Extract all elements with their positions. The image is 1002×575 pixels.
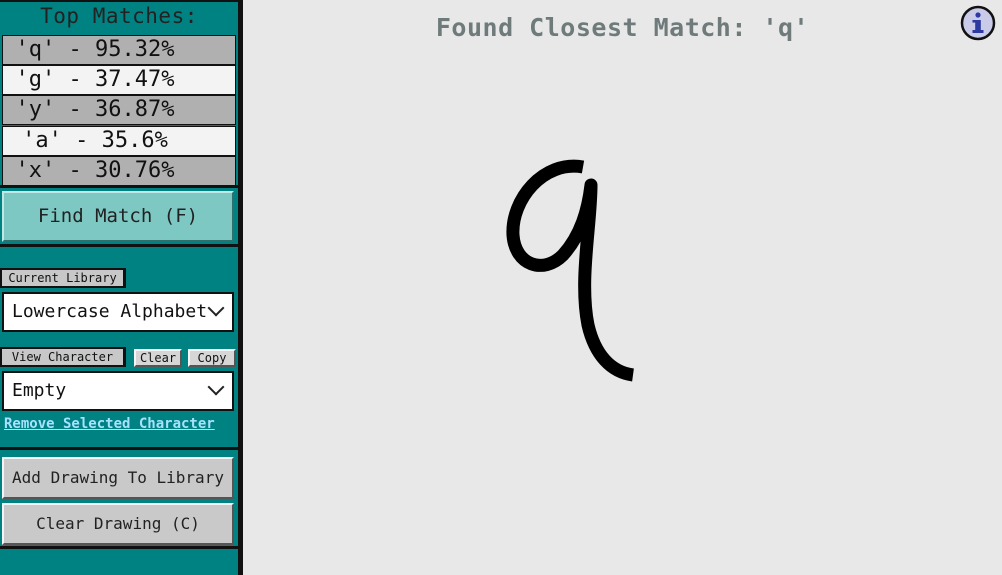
top-matches-title: Top Matches:: [40, 4, 198, 28]
remove-character-link[interactable]: Remove Selected Character: [4, 416, 215, 432]
match-label: 'x' - 30.76%: [15, 158, 175, 183]
sidebar: Top Matches: 'q' - 95.32% 'g' - 37.47% '…: [0, 0, 238, 575]
info-icon[interactable]: [960, 5, 996, 41]
match-label: 'a' - 35.6%: [22, 128, 168, 153]
match-row: 'y' - 36.87%: [2, 95, 236, 125]
add-drawing-button[interactable]: Add Drawing To Library (S): [2, 457, 234, 525]
copy-button[interactable]: Copy: [188, 349, 236, 367]
match-row: 'a' - 35.6%: [2, 126, 236, 156]
library-select-value: Lowercase Alphabet: [12, 301, 208, 322]
result-title: Found Closest Match: 'q': [435, 13, 810, 42]
match-row: 'q' - 95.32%: [2, 35, 236, 65]
match-row: 'x' - 30.76%: [2, 156, 236, 186]
divider: [0, 447, 238, 450]
divider: [0, 546, 238, 549]
match-row: 'g' - 37.47%: [2, 65, 236, 95]
chevron-down-icon: [207, 299, 225, 317]
character-select-value: Empty: [12, 380, 67, 401]
clear-button[interactable]: Clear: [134, 349, 182, 367]
clear-drawing-button[interactable]: Clear Drawing (C): [2, 503, 234, 545]
match-label: 'y' - 36.87%: [15, 97, 175, 122]
find-match-button[interactable]: Find Match (F): [2, 191, 234, 242]
match-label: 'q' - 95.32%: [15, 37, 175, 62]
sidebar-top-border: [0, 0, 238, 2]
divider: [0, 185, 238, 188]
library-select[interactable]: Lowercase Alphabet: [2, 292, 234, 332]
chevron-down-icon: [207, 378, 225, 396]
drawn-stroke: [506, 159, 635, 382]
divider: [0, 244, 238, 247]
match-label: 'g' - 37.47%: [15, 67, 175, 92]
current-library-label: Current Library: [0, 268, 126, 288]
character-select[interactable]: Empty: [2, 371, 234, 411]
view-character-label: View Character: [0, 347, 126, 367]
drawing-canvas[interactable]: [243, 50, 1002, 575]
